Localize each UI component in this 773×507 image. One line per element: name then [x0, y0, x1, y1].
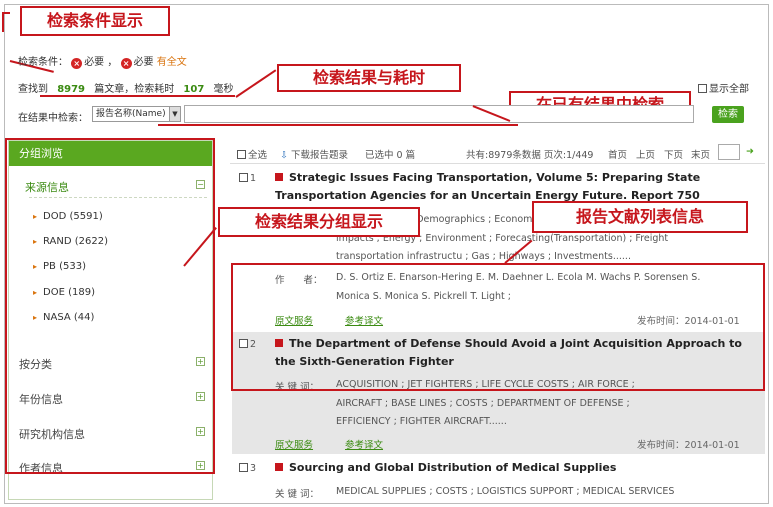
bracket-mark — [2, 12, 10, 14]
field-select-value: 报告名称(Name) — [96, 109, 166, 119]
result-kw-3a: MEDICAL SUPPLIES ; COSTS ; LOGISTICS SUP… — [336, 486, 675, 497]
within-search-button[interactable]: 检索 — [712, 106, 744, 123]
result-checkbox-1[interactable]: 1 — [239, 173, 256, 184]
result-title-1[interactable]: Strategic Issues Facing Transportation, … — [275, 171, 700, 184]
reference-translation-link-2[interactable]: 参考译文 — [345, 437, 383, 451]
remove-icon[interactable]: × — [120, 58, 132, 69]
select-all[interactable]: 全选 — [237, 147, 267, 161]
summary-prefix: 查找到 — [18, 84, 48, 95]
results-toolbar: 全选 ⇩ 下载报告题录 已选中 0 篇 共有:8979条数据 页次:1/449 … — [230, 142, 765, 164]
within-search-input[interactable] — [184, 105, 694, 123]
result-count: 8979 — [57, 84, 86, 95]
select-all-checkbox[interactable] — [237, 150, 246, 159]
callout-list: 报告文献列表信息 — [532, 201, 748, 233]
result-kw-1a: ; Demographics ; Economic — [410, 214, 541, 225]
result-kw-2c: EFFICIENCY ; FIGHTER AIRCRAFT...... — [336, 416, 507, 427]
download-icon: ⇩ — [280, 150, 288, 161]
report-icon — [275, 173, 283, 181]
result-kw-1c: transportation infrastructu ; Gas ; High… — [336, 251, 631, 262]
bracket-mark — [2, 12, 4, 32]
callout-group: 检索结果分组显示 — [218, 207, 420, 237]
summary-mid: 篇文章，检索耗时 — [94, 84, 175, 95]
sidebar-highlight — [5, 138, 215, 474]
callout-condition: 检索条件显示 — [20, 6, 170, 36]
within-highlight — [158, 124, 518, 126]
chevron-down-icon: ▼ — [169, 107, 180, 121]
summary-highlight — [40, 95, 235, 97]
fulltext-service-link-2[interactable]: 原文服务 — [275, 437, 313, 451]
prev-page-link[interactable]: 上页 — [636, 147, 655, 161]
next-page-link[interactable]: 下页 — [664, 147, 683, 161]
summary-row: 查找到 8979 篇文章，检索耗时 107 毫秒 — [18, 80, 233, 95]
result-kw-2b: AIRCRAFT ; BASE LINES ; COSTS ; DEPARTME… — [336, 398, 630, 409]
show-all-label: 显示全部 — [709, 84, 749, 95]
condition-req2: 必要 — [133, 57, 154, 68]
summary-unit: 毫秒 — [213, 84, 234, 95]
condition-label: 检索条件： — [18, 57, 68, 68]
publish-date-2: 发布时间：2014-01-01 — [637, 440, 740, 451]
result-checkbox-3[interactable]: 3 — [239, 463, 256, 474]
list-highlight — [231, 263, 765, 391]
within-label: 在结果中检索： — [18, 113, 88, 124]
condition-row: 检索条件： × 必要 ， × 必要 有全文 — [18, 57, 187, 69]
report-icon — [275, 463, 283, 471]
remove-icon[interactable]: × — [71, 58, 83, 69]
kw-label-3: 关 键 词： — [275, 489, 320, 500]
elapsed-time: 107 — [183, 84, 205, 95]
page-input[interactable] — [718, 144, 740, 160]
go-arrow-icon[interactable]: ➜ — [746, 146, 754, 157]
field-select[interactable]: 报告名称(Name) ▼ — [92, 106, 181, 122]
result-title-3[interactable]: Sourcing and Global Distribution of Medi… — [275, 461, 616, 474]
condition-req1: 必要 — [84, 57, 105, 68]
selected-count: 已选中 0 篇 — [365, 150, 416, 161]
show-all-option[interactable]: 显示全部 — [698, 80, 749, 95]
download-link[interactable]: ⇩ 下载报告题录 — [280, 147, 348, 161]
first-page-link[interactable]: 首页 — [608, 147, 627, 161]
pager-info: 共有:8979条数据 页次:1/449 — [466, 150, 594, 161]
callout-result-time: 检索结果与耗时 — [277, 64, 461, 92]
show-all-checkbox[interactable] — [698, 84, 707, 93]
condition-fulltext: 有全文 — [156, 57, 187, 68]
last-page-link[interactable]: 末页 — [691, 147, 710, 161]
